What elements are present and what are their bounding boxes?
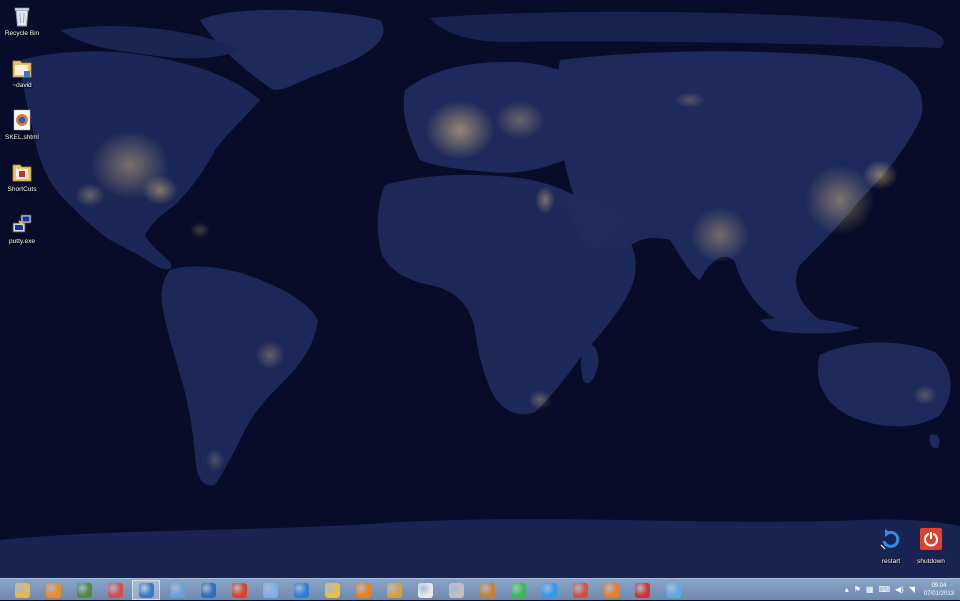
taskbar-button-app-green-grid[interactable] <box>504 580 532 600</box>
app-green-grid-icon <box>510 582 526 598</box>
taskbar-button-app-disc-blue[interactable] <box>659 580 687 600</box>
app-disc-icon <box>479 582 495 598</box>
taskbar-clock[interactable]: 09:04 07/01/2013 <box>924 582 954 598</box>
internet-explorer-icon <box>541 582 557 598</box>
keyboard-icon[interactable]: ⌨ <box>878 586 890 594</box>
desktop-icon-skel-shtml[interactable]: SKEL.shtml <box>2 108 42 141</box>
desktop-icon-label: Recycle Bin <box>4 30 40 37</box>
restart-icon <box>879 527 903 556</box>
desktop-icon-david[interactable]: ~david <box>2 56 42 89</box>
app-shield-icon <box>169 582 185 598</box>
taskbar-button-app-globe[interactable] <box>256 580 284 600</box>
recycle-bin-icon <box>10 4 34 28</box>
desktop-icon-putty[interactable]: putty.exe <box>2 212 42 245</box>
app-ccleaner-icon <box>634 582 650 598</box>
restart-label: restart <box>881 558 901 565</box>
chevron-up-icon[interactable]: ▴ <box>845 586 849 594</box>
taskbar-button-app-disc[interactable] <box>473 580 501 600</box>
desktop-icon-recycle-bin[interactable]: Recycle Bin <box>2 4 42 37</box>
app-red-fan-icon <box>231 582 247 598</box>
taskbar-button-app-window[interactable] <box>194 580 222 600</box>
desktop-icon-label: ShortCuts <box>7 186 37 193</box>
folder-icon <box>10 160 34 184</box>
app-pencil-icon <box>386 582 402 598</box>
network-icon[interactable]: ▦ <box>866 586 874 594</box>
desktop-icon-label: putty.exe <box>9 238 35 245</box>
app-arrow-icon <box>324 582 340 598</box>
taskbar-button-file-explorer[interactable] <box>8 580 36 600</box>
clock-time: 09:04 <box>931 583 947 589</box>
flag-icon[interactable]: ⚑ <box>854 586 861 594</box>
taskbar-button-app-arrow[interactable] <box>318 580 346 600</box>
taskbar-button-remote-desktop[interactable] <box>132 580 160 600</box>
volume-icon[interactable]: ◀) <box>895 586 904 594</box>
taskbar-button-firefox[interactable] <box>597 580 625 600</box>
app-red-swirl-icon <box>107 582 123 598</box>
restart-shortcut[interactable]: restart <box>871 527 911 565</box>
desktop-wallpaper <box>0 0 960 578</box>
app-window-icon <box>200 582 216 598</box>
shutdown-label: shutdown <box>917 558 945 565</box>
taskbar-button-app-blue-circle[interactable] <box>287 580 315 600</box>
taskbar-button-vlc[interactable] <box>349 580 377 600</box>
putty-icon <box>10 212 34 236</box>
taskbar-button-internet-explorer[interactable] <box>535 580 563 600</box>
taskbar-button-app-ccleaner[interactable] <box>628 580 656 600</box>
vlc-icon <box>355 582 371 598</box>
app-globe-icon <box>262 582 278 598</box>
firefox-document-icon <box>10 108 34 132</box>
shutdown-shortcut[interactable]: shutdown <box>911 527 951 565</box>
folder-icon <box>10 56 34 80</box>
desktop-icon-shortcuts[interactable]: ShortCuts <box>2 160 42 193</box>
desktop-icon-label: ~david <box>12 82 32 89</box>
network-manager-icon <box>76 582 92 598</box>
taskbar-button-app-fox[interactable] <box>411 580 439 600</box>
taskbar-button-app-red-fan[interactable] <box>225 580 253 600</box>
taskbar-button-app-shield[interactable] <box>163 580 191 600</box>
chrome-icon <box>572 582 588 598</box>
taskbar-button-app-red-swirl[interactable] <box>101 580 129 600</box>
firefox-icon <box>603 582 619 598</box>
app-disc-blue-icon <box>665 582 681 598</box>
taskbar: ▴ ⚑ ▦ ⌨ ◀) ◥ 09:04 07/01/2013 <box>0 578 960 600</box>
taskbar-button-network-manager[interactable] <box>70 580 98 600</box>
taskbar-button-app-pencil[interactable] <box>380 580 408 600</box>
desktop-icon-label: SKEL.shtml <box>5 134 39 141</box>
clock-date: 07/01/2013 <box>923 591 954 597</box>
taskbar-button-app-orange-circle[interactable] <box>39 580 67 600</box>
app-orange-circle-icon <box>45 582 61 598</box>
taskbar-button-chrome[interactable] <box>566 580 594 600</box>
power-icon <box>919 527 943 556</box>
wifi-icon[interactable]: ◥ <box>909 586 915 594</box>
taskbar-button-app-grid[interactable] <box>442 580 470 600</box>
system-tray: ▴ ⚑ ▦ ⌨ ◀) ◥ 09:04 07/01/2013 <box>845 579 960 601</box>
remote-desktop-icon <box>138 582 154 598</box>
file-explorer-icon <box>14 582 30 598</box>
app-fox-icon <box>417 582 433 598</box>
app-blue-circle-icon <box>293 582 309 598</box>
app-grid-icon <box>448 582 464 598</box>
